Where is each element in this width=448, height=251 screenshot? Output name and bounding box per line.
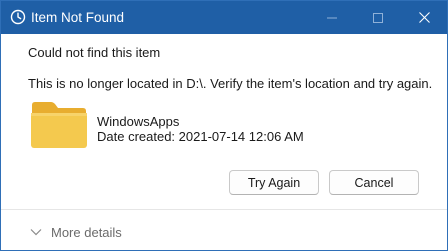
dialog-message: This is no longer located in D:\. Verify… (28, 76, 433, 91)
more-details-toggle[interactable]: More details (1, 210, 447, 250)
window-title: Item Not Found (31, 10, 125, 25)
try-again-button[interactable]: Try Again (229, 170, 319, 195)
close-icon (418, 12, 430, 23)
dialog-window: Item Not Found Could not find this item … (0, 0, 448, 251)
close-button[interactable] (401, 1, 447, 34)
maximize-icon (373, 12, 383, 23)
clock-icon (10, 9, 26, 25)
maximize-button[interactable] (355, 1, 401, 34)
title-bar[interactable]: Item Not Found (1, 1, 447, 34)
minimize-icon (327, 17, 337, 18)
item-date-created: Date created: 2021-07-14 12:06 AM (97, 129, 304, 144)
item-name: WindowsApps (97, 114, 180, 129)
folder-icon (31, 102, 87, 148)
cancel-button[interactable]: Cancel (329, 170, 419, 195)
chevron-down-icon (30, 229, 42, 236)
minimize-button[interactable] (309, 1, 355, 34)
dialog-heading: Could not find this item (28, 45, 161, 60)
more-details-label: More details (51, 225, 122, 240)
